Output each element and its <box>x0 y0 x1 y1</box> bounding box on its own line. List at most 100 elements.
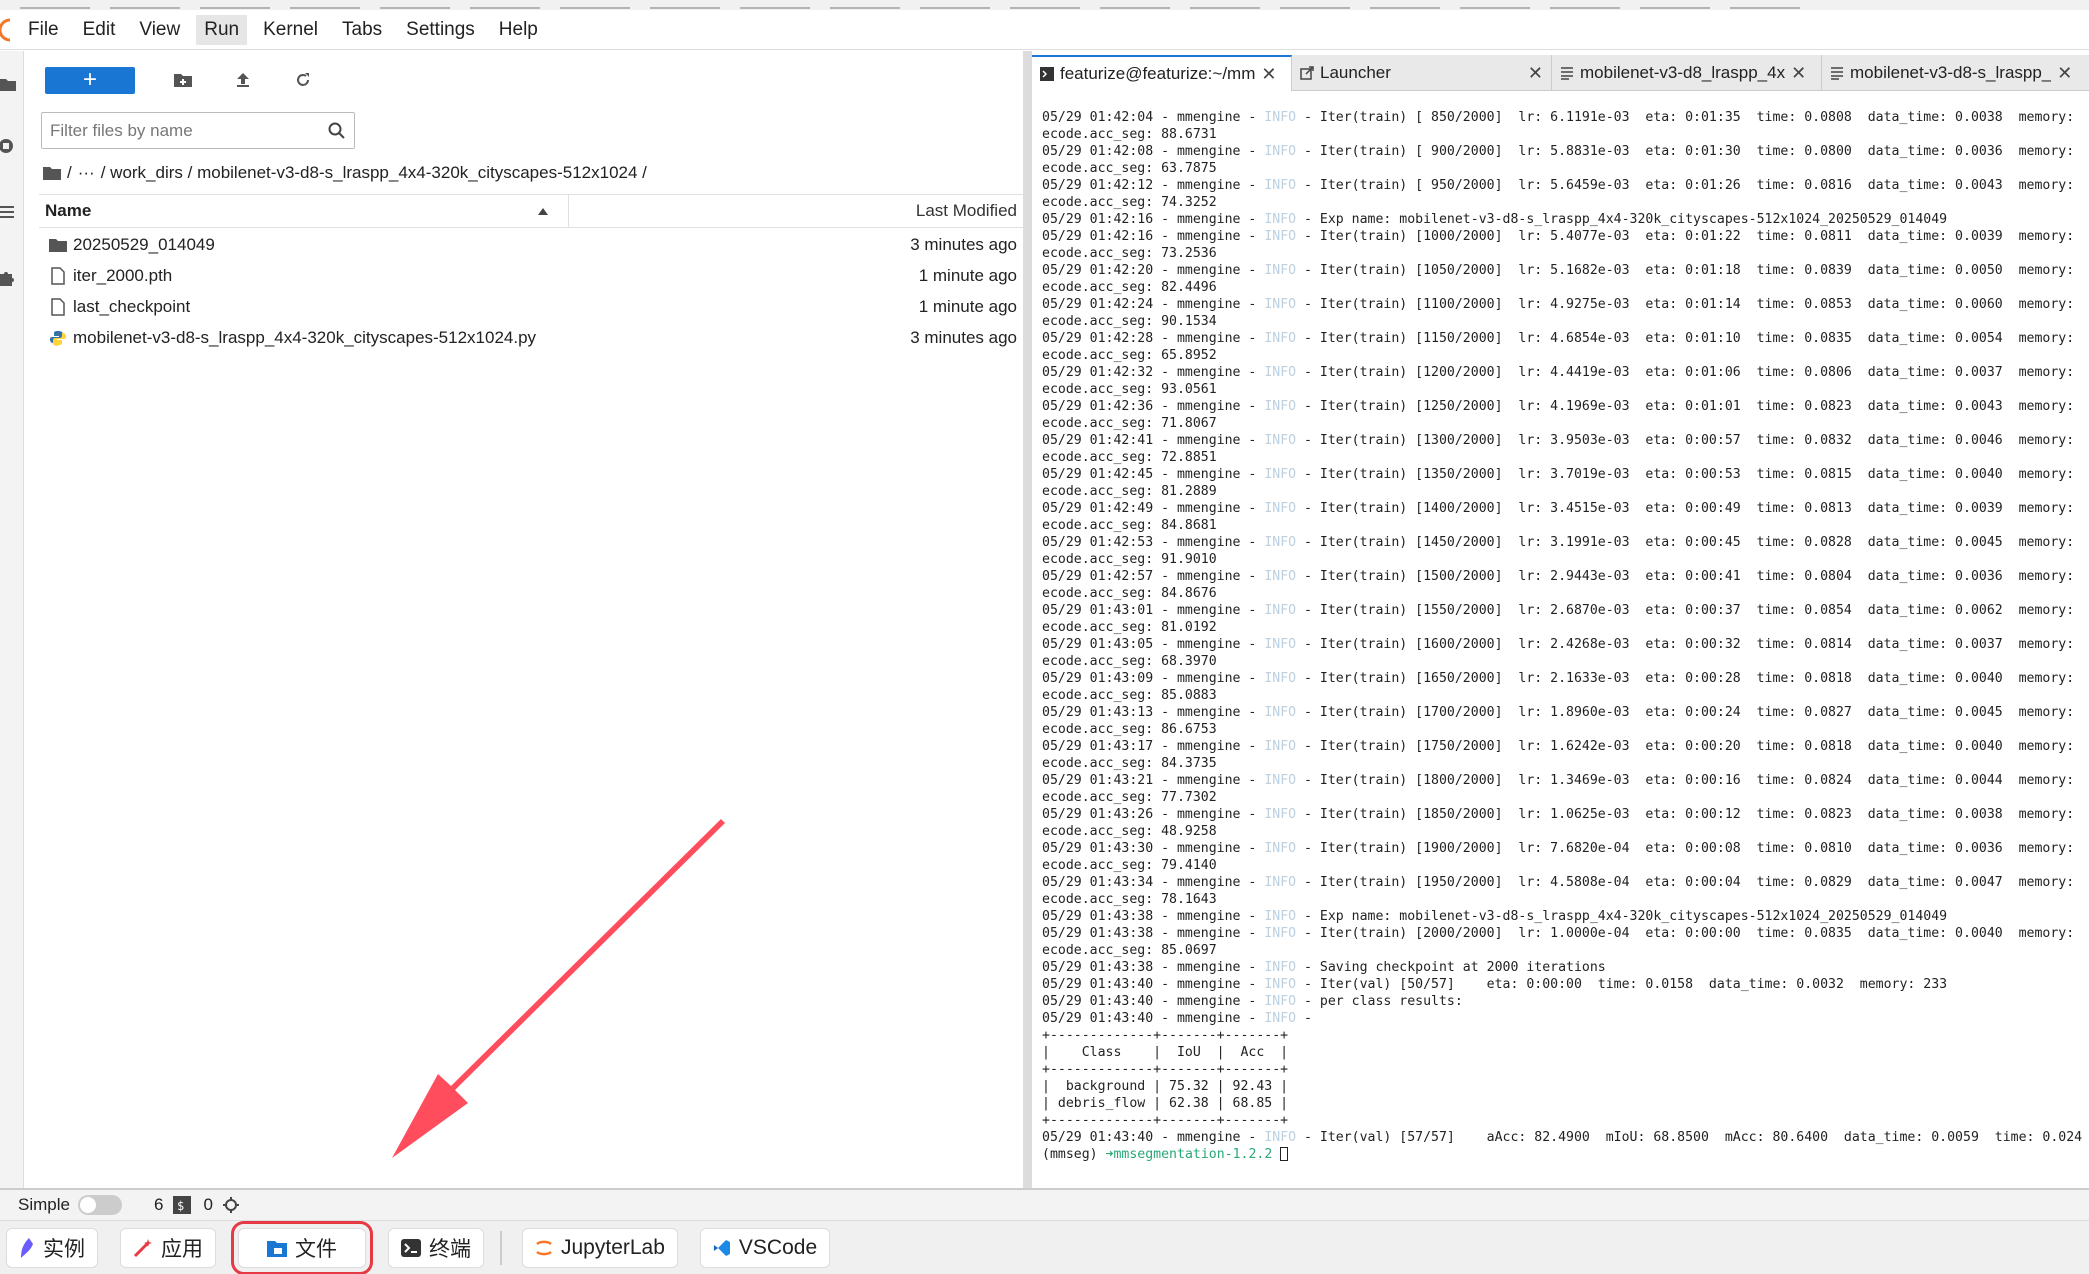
file-modified: 3 minutes ago <box>910 234 1017 254</box>
terminal-line: 05/29 01:43:01 - mmengine - INFO - Iter(… <box>1042 603 2075 618</box>
terminal-line: ecode.acc_seg: 77.7302 <box>1042 790 1217 805</box>
terminal-line: 05/29 01:42:24 - mmengine - INFO - Iter(… <box>1042 297 2075 312</box>
terminal-line: 05/29 01:42:04 - mmengine - INFO - Iter(… <box>1042 110 2075 125</box>
vscode-button[interactable]: VSCode <box>699 1227 831 1268</box>
terminal-line: 05/29 01:42:57 - mmengine - INFO - Iter(… <box>1042 569 2075 584</box>
file-list-header: Name Last Modified <box>39 194 1023 228</box>
file-name: iter_2000.pth <box>73 265 173 285</box>
terminal-prompt[interactable]: (mmseg) ➜mmsegmentation-1.2.2 <box>1042 1146 2089 1163</box>
column-header-name[interactable]: Name <box>39 195 569 227</box>
table-of-contents-icon[interactable] <box>0 203 16 221</box>
terminal-line: | debris_flow | 62.38 | 68.85 | <box>1042 1096 1289 1111</box>
terminal-line: ecode.acc_seg: 74.3252 <box>1042 195 1217 210</box>
breadcrumb: / ··· / work_dirs / mobilenet-v3-d8-s_lr… <box>43 161 653 185</box>
menu-run[interactable]: Run <box>196 14 248 45</box>
terminal-line: 05/29 01:43:38 - mmengine - INFO - Savin… <box>1042 960 1606 975</box>
terminal-line: ecode.acc_seg: 90.1534 <box>1042 314 1217 329</box>
tab-launcher[interactable]: Launcher ✕ <box>1292 55 1552 91</box>
files-button[interactable]: 文件 <box>231 1220 373 1274</box>
document-tab-bar: featurize@featurize:~/mm ✕ Launcher ✕ mo… <box>1032 55 2089 91</box>
terminal-line: ecode.acc_seg: 73.2536 <box>1042 246 1217 261</box>
text-file-icon <box>1560 66 1574 80</box>
breadcrumb-path[interactable]: / work_dirs / mobilenet-v3-d8-s_lraspp_4… <box>101 163 647 183</box>
terminal-line: ecode.acc_seg: 72.8851 <box>1042 450 1217 465</box>
terminal-line: 05/29 01:43:17 - mmengine - INFO - Iter(… <box>1042 739 2075 754</box>
menu-edit[interactable]: Edit <box>75 15 124 45</box>
file-browser-panel: + / ··· / work_dirs / mobilenet-v3-d8-s_… <box>25 51 1023 1188</box>
terminal-icon <box>401 1238 421 1257</box>
simple-mode-toggle[interactable] <box>77 1195 122 1215</box>
new-launcher-button[interactable]: + <box>45 66 135 94</box>
upload-icon[interactable] <box>231 68 255 92</box>
kernels-count[interactable]: 6 <box>154 1195 163 1215</box>
terminal-line: ecode.acc_seg: 85.0883 <box>1042 688 1217 703</box>
terminal-line: 05/29 01:43:40 - mmengine - INFO - Iter(… <box>1042 977 1948 992</box>
menu-tabs[interactable]: Tabs <box>334 15 390 45</box>
terminal-line: ecode.acc_seg: 84.3735 <box>1042 756 1217 771</box>
terminal-line: 05/29 01:42:53 - mmengine - INFO - Iter(… <box>1042 535 2075 550</box>
column-header-last-modified[interactable]: Last Modified <box>569 201 1023 221</box>
vscode-icon <box>713 1239 731 1257</box>
menu-kernel[interactable]: Kernel <box>255 15 326 45</box>
terminal-line: 05/29 01:43:40 - mmengine - INFO - per c… <box>1042 994 1463 1009</box>
svg-text:$: $ <box>177 1199 184 1213</box>
kernel-status-icon <box>222 1197 239 1213</box>
terminal-line: | background | 75.32 | 92.43 | <box>1042 1079 1289 1094</box>
terminals-count[interactable]: 0 <box>203 1195 212 1215</box>
terminal-button[interactable]: 终端 <box>388 1227 484 1268</box>
menu-settings[interactable]: Settings <box>398 15 483 45</box>
terminal-line: ecode.acc_seg: 82.4496 <box>1042 280 1217 295</box>
close-icon[interactable]: ✕ <box>1528 63 1543 84</box>
apps-icon <box>133 1238 153 1258</box>
terminal-line: 05/29 01:42:41 - mmengine - INFO - Iter(… <box>1042 433 2075 448</box>
close-icon[interactable]: ✕ <box>1791 63 1806 84</box>
terminal-line: 05/29 01:42:12 - mmengine - INFO - Iter(… <box>1042 178 2075 193</box>
simple-mode-label: Simple <box>18 1195 70 1214</box>
refresh-icon[interactable] <box>291 68 315 92</box>
left-activity-bar <box>0 51 24 1188</box>
breadcrumb-ellipsis[interactable]: ··· <box>78 163 95 183</box>
breadcrumb-home-icon[interactable] <box>43 166 61 180</box>
file-row[interactable]: iter_2000.pth 1 minute ago <box>39 260 1023 291</box>
terminal-line: 05/29 01:42:20 - mmengine - INFO - Iter(… <box>1042 263 2075 278</box>
main-menubar: File Edit View Run Kernel Tabs Settings … <box>0 10 2089 50</box>
bottom-taskbar: 实例 应用 文件 终端 JupyterLab VSCode <box>0 1220 2089 1274</box>
close-icon[interactable]: ✕ <box>2057 63 2072 84</box>
terminal-line: 05/29 01:43:21 - mmengine - INFO - Iter(… <box>1042 773 2075 788</box>
file-name: 20250529_014049 <box>73 234 215 254</box>
terminal-line: ecode.acc_seg: 65.8952 <box>1042 348 1217 363</box>
terminal-line: ecode.acc_seg: 91.9010 <box>1042 552 1217 567</box>
new-folder-icon[interactable] <box>171 68 195 92</box>
tab-terminal[interactable]: featurize@featurize:~/mm ✕ <box>1032 55 1292 91</box>
terminal-output[interactable]: 05/29 01:42:04 - mmengine - INFO - Iter(… <box>1042 109 2089 1179</box>
apps-button[interactable]: 应用 <box>120 1227 216 1268</box>
file-row[interactable]: last_checkpoint 1 minute ago <box>39 291 1023 322</box>
terminal-line: ecode.acc_seg: 68.3970 <box>1042 654 1217 669</box>
terminal-line: ecode.acc_seg: 93.0561 <box>1042 382 1217 397</box>
menu-file[interactable]: File <box>20 15 67 45</box>
file-filter-input[interactable] <box>50 120 328 141</box>
jupyterlab-button[interactable]: JupyterLab <box>522 1227 678 1268</box>
menu-help[interactable]: Help <box>491 15 546 45</box>
file-browser-toolbar: + <box>45 65 315 95</box>
file-filter-field[interactable] <box>41 112 355 149</box>
instance-button[interactable]: 实例 <box>6 1227 98 1268</box>
tab-config-file[interactable]: mobilenet-v3-d8-s_lraspp_ ✕ <box>1822 55 2089 91</box>
breadcrumb-root[interactable]: / <box>67 163 72 183</box>
file-name: last_checkpoint <box>73 296 191 316</box>
running-icon[interactable] <box>0 137 16 155</box>
extensions-icon[interactable] <box>0 269 16 287</box>
jupyter-logo-icon <box>0 10 20 50</box>
close-icon[interactable]: ✕ <box>1261 64 1276 85</box>
terminal-line: 05/29 01:43:40 - mmengine - INFO - <box>1042 1011 1312 1026</box>
file-row[interactable]: 20250529_014049 3 minutes ago <box>39 229 1023 260</box>
terminal-line: 05/29 01:42:45 - mmengine - INFO - Iter(… <box>1042 467 2075 482</box>
terminal-line: 05/29 01:43:38 - mmengine - INFO - Iter(… <box>1042 926 2075 941</box>
folder-icon[interactable] <box>0 75 16 93</box>
file-modified: 1 minute ago <box>918 265 1017 285</box>
terminal-line: ecode.acc_seg: 71.8067 <box>1042 416 1217 431</box>
terminal-line: +-------------+-------+-------+ <box>1042 1028 1289 1043</box>
tab-log-file[interactable]: mobilenet-v3-d8_lraspp_4x ✕ <box>1552 55 1822 91</box>
file-row[interactable]: mobilenet-v3-d8-s_lraspp_4x4-320k_citysc… <box>39 322 1023 353</box>
menu-view[interactable]: View <box>131 15 188 45</box>
